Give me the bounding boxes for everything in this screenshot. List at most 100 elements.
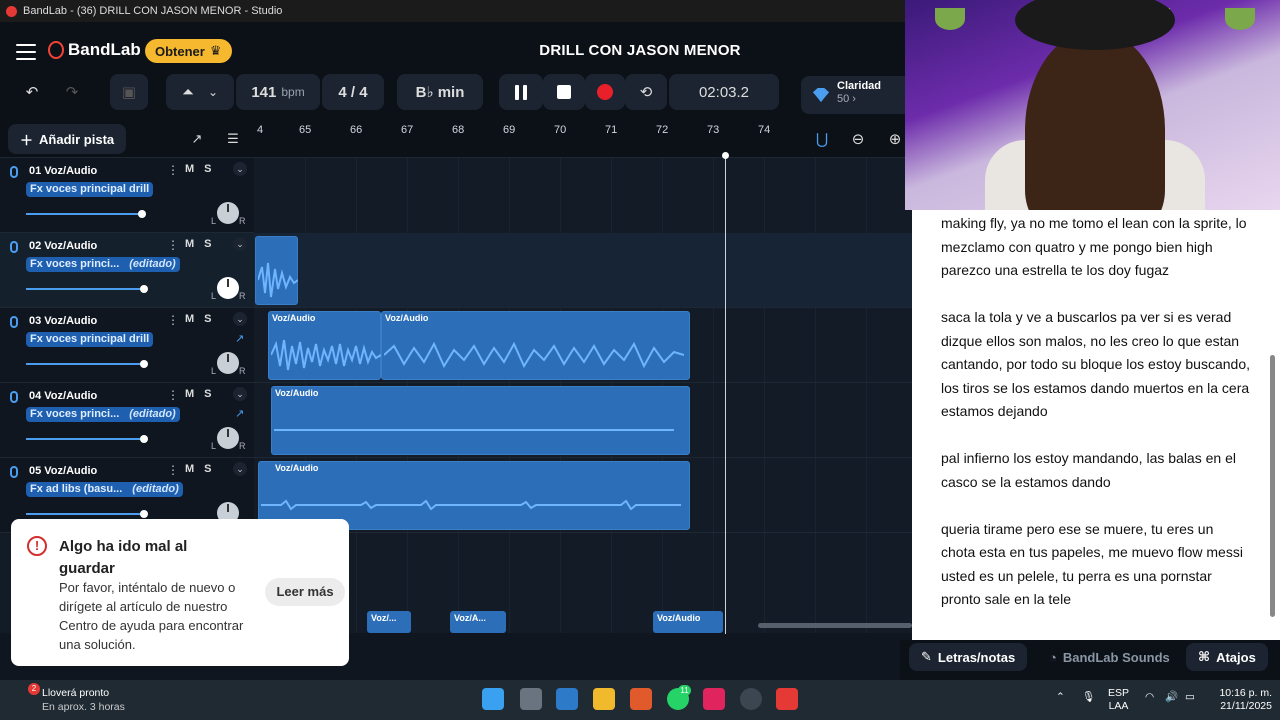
volume-slider[interactable] <box>26 210 146 218</box>
track-header[interactable]: 04 Voz/Audio ⋮ MS ⌄ ↗ Fx voces princi...… <box>0 383 254 458</box>
solo-button[interactable]: S <box>204 238 211 250</box>
time-signature-field[interactable]: 4 / 4 <box>322 74 384 110</box>
pan-knob[interactable] <box>217 352 239 374</box>
task-view-icon[interactable] <box>520 688 542 710</box>
clarity-button[interactable]: Claridad 50 › <box>801 76 911 114</box>
track-header[interactable]: 01 Voz/Audio ⋮ MS ⌄ Fx voces principal d… <box>0 158 254 233</box>
clock[interactable]: 10:16 p. m. 21/11/2025 <box>1208 687 1272 713</box>
battery-icon[interactable]: ▭ <box>1185 691 1195 704</box>
automation-button[interactable]: ↗ <box>184 126 210 152</box>
track-header[interactable]: 03 Voz/Audio ⋮ MS ⌄ ↗ Fx voces principal… <box>0 308 254 383</box>
windows-start-icon[interactable] <box>482 688 504 710</box>
mute-button[interactable]: M <box>185 313 194 325</box>
fx-chip[interactable]: Fx voces principal drill <box>26 332 154 347</box>
track-name[interactable]: 01 Voz/Audio <box>29 165 97 177</box>
chevron-down-icon[interactable]: ⌄ <box>233 462 247 476</box>
chevron-down-icon[interactable]: ⌄ <box>233 387 247 401</box>
track-lane[interactable]: Voz/Audio <box>254 458 912 533</box>
track-lane[interactable]: Voz/Audio Voz/Audio <box>254 308 912 383</box>
project-title[interactable]: DRILL CON JASON MENOR <box>490 42 790 59</box>
lyrics-text[interactable]: making fly, ya no me tomo el lean con la… <box>941 212 1251 635</box>
pause-button[interactable] <box>499 74 543 110</box>
metronome-button[interactable]: ⏶ ⌄ <box>166 74 234 110</box>
track-lane[interactable]: Voz/Audio <box>254 383 912 458</box>
zoom-in-button[interactable]: ⊕ <box>883 126 907 152</box>
more-icon[interactable]: ⋮ <box>167 238 179 252</box>
pan-knob[interactable] <box>217 277 239 299</box>
lyrics-panel[interactable]: making fly, ya no me tomo el lean con la… <box>912 210 1280 640</box>
audio-clip[interactable]: Voz/Audio <box>653 611 723 633</box>
obs-icon[interactable] <box>740 688 762 710</box>
snap-button[interactable]: ⋃ <box>810 126 834 152</box>
loop-button[interactable]: ⟲ <box>625 74 667 110</box>
mute-button[interactable]: M <box>185 238 194 250</box>
more-icon[interactable]: ⋮ <box>167 163 179 177</box>
track-header[interactable]: 02 Voz/Audio ⋮ MS ⌄ Fx voces princi... (e… <box>0 233 254 308</box>
mute-button[interactable]: M <box>185 388 194 400</box>
volume-slider[interactable] <box>26 510 148 518</box>
track-name[interactable]: 04 Voz/Audio <box>29 390 97 402</box>
volume-slider[interactable] <box>26 360 148 368</box>
track-lane[interactable] <box>254 233 912 308</box>
redo-button[interactable]: ↷ <box>52 74 92 110</box>
solo-button[interactable]: S <box>204 163 211 175</box>
tab-sounds[interactable]: ◔ BandLab Sounds <box>1037 643 1182 671</box>
chevron-down-icon[interactable]: ⌄ <box>233 162 247 176</box>
audio-clip[interactable]: Voz/A... <box>450 611 506 633</box>
wifi-icon[interactable]: ◠ <box>1145 691 1154 704</box>
solo-button[interactable]: S <box>204 388 211 400</box>
undo-button[interactable]: ↶ <box>12 74 52 110</box>
tab-lyrics[interactable]: ✎ Letras/notas <box>909 643 1028 671</box>
read-more-button[interactable]: Leer más <box>265 578 345 606</box>
volume-icon[interactable]: 🔊 <box>1165 691 1178 704</box>
fx-chip[interactable]: Fx voces principal drill <box>26 182 154 197</box>
fx-chip[interactable]: Fx voces princi... (editado) <box>26 407 180 422</box>
more-icon[interactable]: ⋮ <box>167 388 179 402</box>
volume-slider[interactable] <box>26 435 148 443</box>
stop-button[interactable] <box>543 74 585 110</box>
automation-icon[interactable]: ↗ <box>235 332 244 345</box>
track-name[interactable]: 03 Voz/Audio <box>29 315 97 327</box>
microphone-icon[interactable]: 🎙 <box>1082 691 1095 704</box>
record-button[interactable] <box>585 74 625 110</box>
language-indicator[interactable]: ESP LAA <box>1108 687 1129 713</box>
chevron-down-icon[interactable]: ⌄ <box>233 237 247 251</box>
audio-clip[interactable]: Voz/... <box>367 611 411 633</box>
add-track-button[interactable]: ＋ Añadir pista <box>8 124 127 154</box>
chevron-up-icon[interactable]: ⌃ <box>1056 691 1065 704</box>
bandlab-taskbar-icon[interactable] <box>776 688 798 710</box>
upgrade-button[interactable]: Obtener ♛ <box>145 39 232 63</box>
zoom-out-button[interactable]: ⊖ <box>846 126 870 152</box>
playhead[interactable] <box>722 152 729 634</box>
key-field[interactable]: B♭ min <box>397 74 483 110</box>
pan-knob[interactable] <box>217 427 239 449</box>
track-name[interactable]: 05 Voz/Audio <box>29 465 97 477</box>
solo-button[interactable]: S <box>204 313 211 325</box>
lyrics-scrollbar[interactable] <box>1270 355 1275 617</box>
audio-clip[interactable] <box>255 236 298 305</box>
tempo-field[interactable]: 141 bpm <box>236 74 320 110</box>
pan-knob[interactable] <box>217 202 239 224</box>
tiktok-icon[interactable] <box>703 688 725 710</box>
audio-clip[interactable]: Voz/Audio <box>268 311 381 380</box>
audio-clip[interactable]: Voz/Audio <box>271 386 690 455</box>
fx-chip[interactable]: Fx ad libs (basu... (editado) <box>26 482 183 497</box>
brand-logo[interactable]: BandLab <box>48 40 141 60</box>
fx-chip[interactable]: Fx voces princi... (editado) <box>26 257 180 272</box>
mixer-button[interactable]: ☰ <box>220 126 246 152</box>
brave-browser-icon[interactable] <box>630 688 652 710</box>
store-icon[interactable] <box>556 688 578 710</box>
automation-icon[interactable]: ↗ <box>235 407 244 420</box>
save-button[interactable]: ▣ <box>110 74 148 110</box>
menu-icon[interactable] <box>16 44 36 60</box>
mute-button[interactable]: M <box>185 463 194 475</box>
more-icon[interactable]: ⋮ <box>167 313 179 327</box>
mute-button[interactable]: M <box>185 163 194 175</box>
more-icon[interactable]: ⋮ <box>167 463 179 477</box>
weather-widget[interactable]: 2 Lloverá pronto En aprox. 3 horas <box>18 683 125 714</box>
horizontal-scrollbar[interactable] <box>758 623 912 628</box>
tab-shortcuts[interactable]: ⌘ Atajos <box>1186 643 1268 671</box>
track-name[interactable]: 02 Voz/Audio <box>29 240 97 252</box>
solo-button[interactable]: S <box>204 463 211 475</box>
file-explorer-icon[interactable] <box>593 688 615 710</box>
